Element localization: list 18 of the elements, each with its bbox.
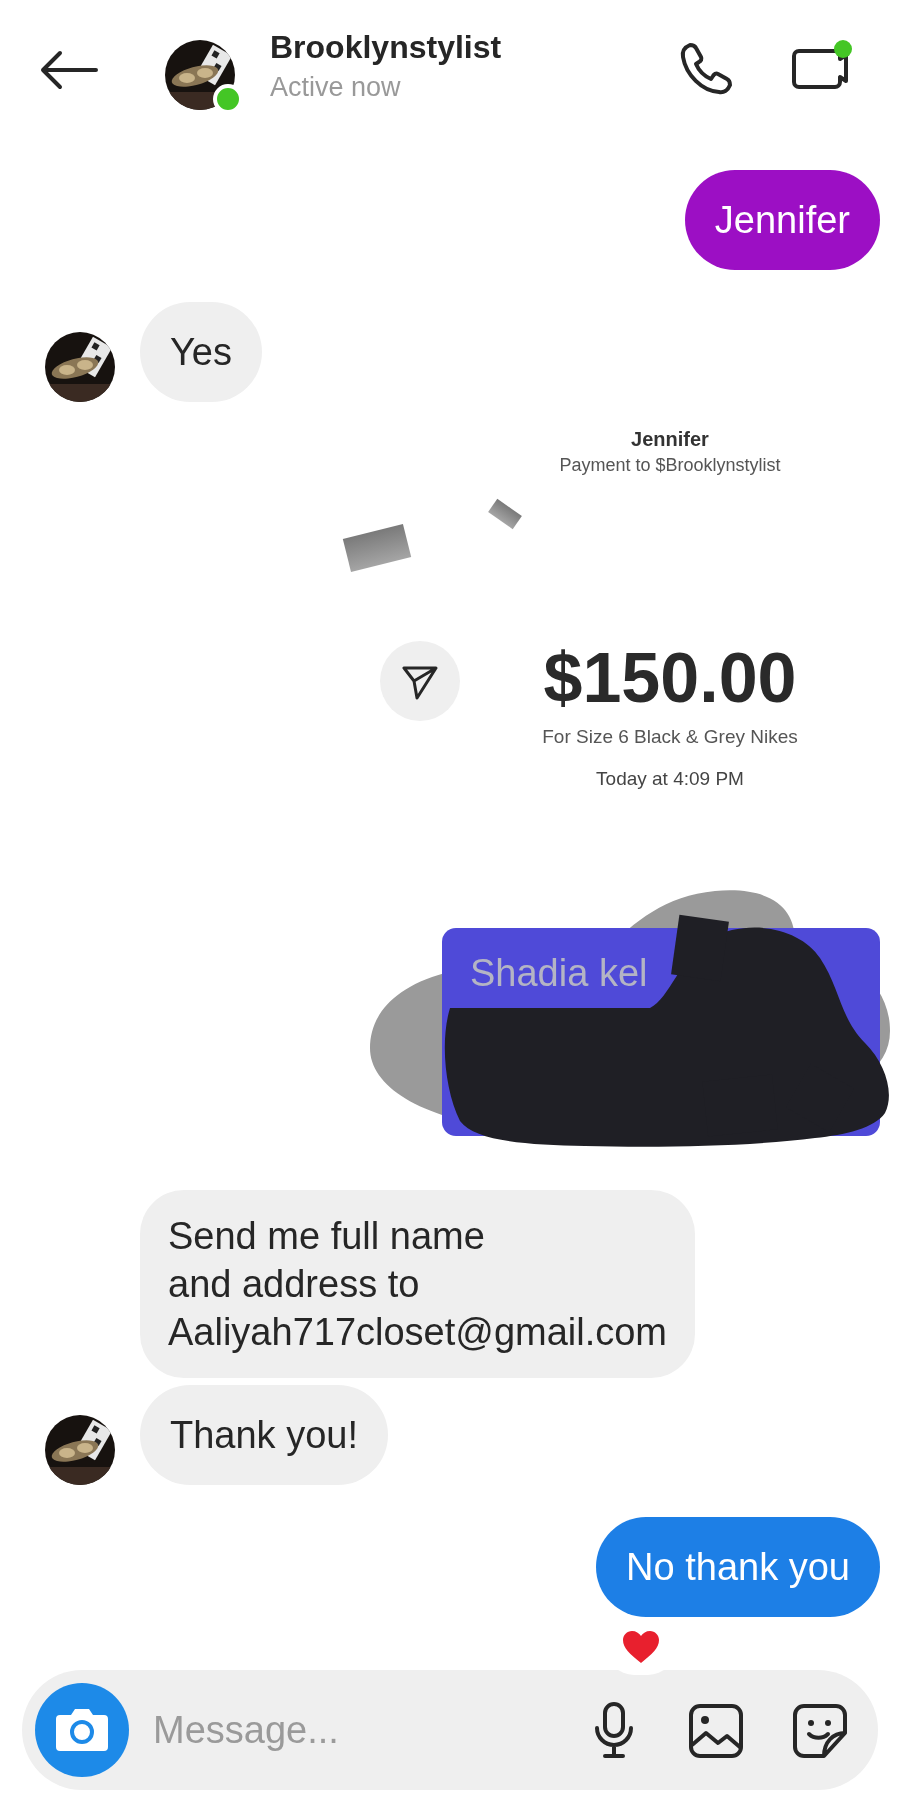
contact-name[interactable]: Brooklynstylist (270, 29, 502, 66)
payee-text: Payment to $Brooklynstylist (559, 455, 781, 476)
message-bubble[interactable]: No thank you (596, 1517, 880, 1617)
gallery-icon[interactable] (688, 1701, 744, 1759)
sticker-icon[interactable] (792, 1701, 848, 1759)
message-bubble[interactable]: Jennifer (684, 170, 880, 270)
amount: $150.00 (543, 638, 797, 718)
payment-note: For Size 6 Black & Grey Nikes (542, 726, 798, 748)
recipient-name: Jennifer (631, 428, 709, 451)
message-bubble[interactable]: Send me full name and address to Aaliyah717closet@gmail.com (140, 1190, 696, 1378)
camera-button[interactable] (35, 1683, 129, 1777)
message-bubble[interactable]: Thank you! (140, 1385, 388, 1485)
payment-time: Today at 4:09 PM (596, 768, 744, 790)
status-text: Active now (270, 72, 402, 103)
back-arrow-icon[interactable] (38, 50, 100, 90)
message-bubble[interactable]: Yes (140, 302, 262, 402)
camera-icon (54, 1707, 110, 1753)
message-field[interactable]: Message... (151, 1707, 540, 1753)
